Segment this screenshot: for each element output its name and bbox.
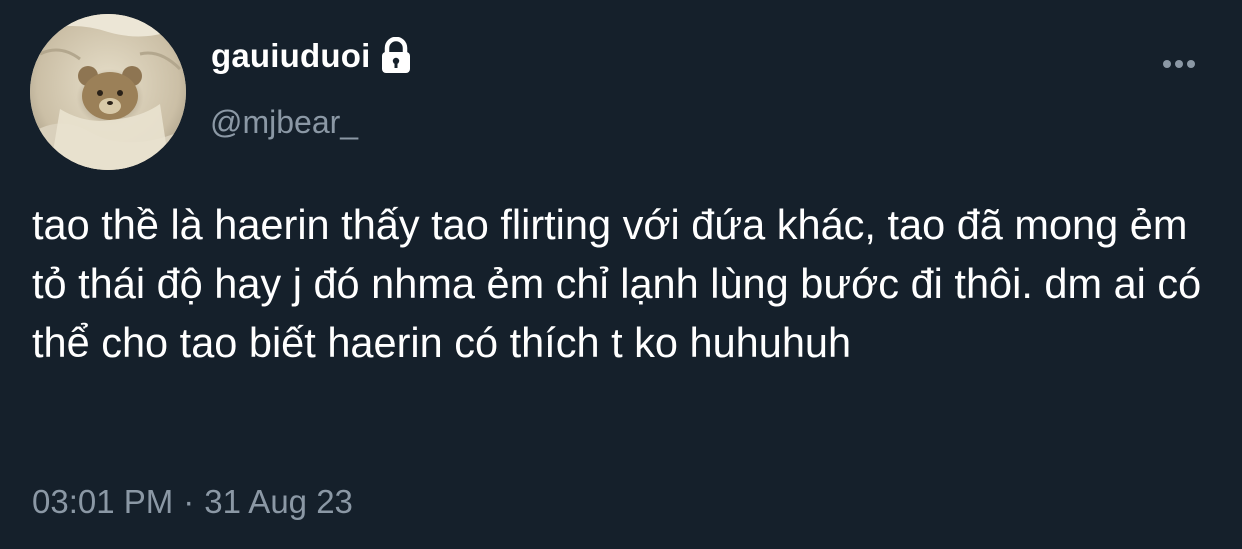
user-handle[interactable]: @mjbear_ — [210, 102, 358, 142]
tweet-text: tao thề là haerin thấy tao flirting với … — [32, 201, 1202, 366]
tweet-card: gauiuduoi @mjbear_ tao thề là haerin thấ… — [0, 0, 1242, 549]
tweet-date[interactable]: 31 Aug 23 — [204, 482, 353, 522]
teddy-bear-icon — [30, 14, 186, 170]
avatar[interactable] — [30, 14, 186, 170]
lock-icon — [378, 36, 414, 75]
more-options-button[interactable] — [1156, 50, 1202, 78]
display-name[interactable]: gauiuduoi — [211, 36, 370, 76]
tweet-timestamp: 03:01 PM · 31 Aug 23 — [32, 482, 353, 522]
timestamp-separator: · — [183, 483, 195, 520]
more-dots-icon — [1163, 60, 1195, 68]
tweet-time[interactable]: 03:01 PM — [32, 482, 173, 522]
author-name-row: gauiuduoi — [211, 36, 414, 76]
